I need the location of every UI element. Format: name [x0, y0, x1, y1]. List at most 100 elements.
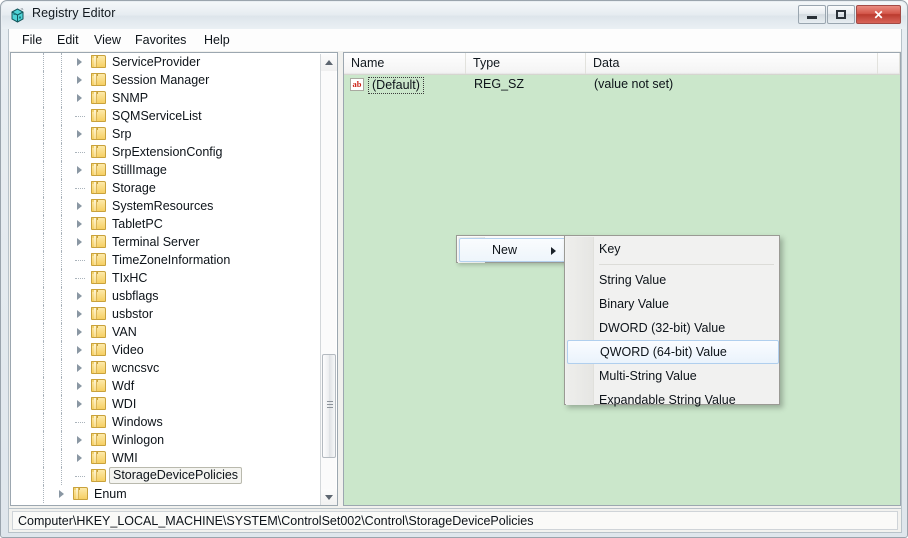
tree-item-label: ServiceProvider — [109, 54, 203, 70]
new-submenu[interactable]: Key String ValueBinary ValueDWORD (32-bit… — [564, 235, 780, 405]
folder-icon — [91, 307, 106, 320]
tree-item-storagedevicepolicies[interactable]: StorageDevicePolicies — [11, 467, 321, 485]
maximize-icon — [828, 6, 854, 23]
expand-triangle-icon[interactable] — [75, 130, 84, 139]
minimize-button[interactable] — [798, 5, 826, 24]
folder-icon — [91, 415, 106, 428]
tree-item-windows[interactable]: Windows — [11, 413, 321, 431]
value-name: (Default) — [368, 77, 424, 94]
tree-item-video[interactable]: Video — [11, 341, 321, 359]
scroll-down-arrow-icon[interactable] — [321, 489, 337, 506]
folder-icon — [91, 163, 106, 176]
column-header-type[interactable]: Type — [466, 53, 586, 74]
expand-triangle-icon[interactable] — [75, 292, 84, 301]
menu-edit[interactable]: Edit — [50, 32, 86, 49]
tree-item-tabletpc[interactable]: TabletPC — [11, 215, 321, 233]
folder-icon — [91, 217, 106, 230]
submenu-item-qword-64-bit-value[interactable]: QWORD (64-bit) Value — [567, 340, 779, 364]
tree-item-snmp[interactable]: SNMP — [11, 89, 321, 107]
folder-icon — [91, 145, 106, 158]
expand-triangle-icon[interactable] — [75, 166, 84, 175]
expand-triangle-icon[interactable] — [75, 94, 84, 103]
title-bar[interactable]: Registry Editor ✕ — [2, 2, 906, 29]
submenu-item-multi-string-value[interactable]: Multi-String Value — [566, 364, 780, 388]
submenu-item-binary-value[interactable]: Binary Value — [566, 292, 780, 316]
tree-item-label: WDI — [109, 396, 139, 412]
submenu-item-string-value[interactable]: String Value — [566, 268, 780, 292]
tree-guide-line — [43, 413, 44, 431]
tree-item-van[interactable]: VAN — [11, 323, 321, 341]
table-row[interactable]: ab(Default)REG_SZ(value not set) — [344, 75, 900, 94]
tree-item-usbflags[interactable]: usbflags — [11, 287, 321, 305]
folder-icon — [91, 235, 106, 248]
tree-guide-line — [43, 467, 44, 485]
menu-item-new[interactable]: New — [459, 238, 566, 262]
tree-guide-line — [43, 125, 44, 143]
scrollbar-thumb[interactable] — [322, 354, 336, 458]
expand-triangle-icon[interactable] — [75, 220, 84, 229]
menu-file[interactable]: File — [15, 32, 49, 49]
tree-item-srpextensionconfig[interactable]: SrpExtensionConfig — [11, 143, 321, 161]
tree-item-systemresources[interactable]: SystemResources — [11, 197, 321, 215]
tree-item-sqmservicelist[interactable]: SQMServiceList — [11, 107, 321, 125]
tree-item-srp[interactable]: Srp — [11, 125, 321, 143]
expand-triangle-icon[interactable] — [75, 76, 84, 85]
tree-guide-line — [43, 323, 44, 341]
folder-icon — [91, 253, 106, 266]
close-button[interactable]: ✕ — [856, 5, 901, 24]
tree-item-label: SystemResources — [109, 198, 216, 214]
tree-item-tixhc[interactable]: TIxHC — [11, 269, 321, 287]
expand-triangle-icon[interactable] — [75, 328, 84, 337]
menu-view[interactable]: View — [87, 32, 128, 49]
tree-connector-line — [75, 422, 85, 423]
tree-vertical-scrollbar[interactable] — [320, 54, 336, 506]
tree-item-wdf[interactable]: Wdf — [11, 377, 321, 395]
tree-item-storage[interactable]: Storage — [11, 179, 321, 197]
tree-item-winlogon[interactable]: Winlogon — [11, 431, 321, 449]
tree-item-session-manager[interactable]: Session Manager — [11, 71, 321, 89]
tree-item-label: WMI — [109, 450, 141, 466]
submenu-item-expandable-string-value[interactable]: Expandable String Value — [566, 388, 780, 412]
expand-triangle-icon[interactable] — [75, 436, 84, 445]
tree-guide-line — [43, 71, 44, 89]
menu-favorites[interactable]: Favorites — [128, 32, 193, 49]
expand-triangle-icon[interactable] — [75, 310, 84, 319]
tree-item-wmi[interactable]: WMI — [11, 449, 321, 467]
tree-item-enum[interactable]: Enum — [11, 485, 321, 503]
expand-triangle-icon[interactable] — [75, 382, 84, 391]
expand-triangle-icon[interactable] — [57, 490, 66, 499]
folder-icon — [91, 451, 106, 464]
folder-icon — [91, 73, 106, 86]
column-header-name[interactable]: Name — [344, 53, 466, 74]
tree-guide-line — [61, 269, 62, 287]
tree-item-usbstor[interactable]: usbstor — [11, 305, 321, 323]
menu-help[interactable]: Help — [197, 32, 237, 49]
maximize-button[interactable] — [827, 5, 855, 24]
scroll-up-arrow-icon[interactable] — [321, 54, 337, 71]
tree-guide-line — [61, 161, 62, 179]
tree-item-wdi[interactable]: WDI — [11, 395, 321, 413]
expand-triangle-icon[interactable] — [75, 238, 84, 247]
tree-item-stillimage[interactable]: StillImage — [11, 161, 321, 179]
context-menu[interactable]: New — [456, 235, 567, 263]
expand-triangle-icon[interactable] — [75, 346, 84, 355]
tree-item-wcncsvc[interactable]: wcncsvc — [11, 359, 321, 377]
tree-connector-line — [75, 278, 85, 279]
tree-guide-line — [61, 449, 62, 467]
folder-icon — [91, 343, 106, 356]
expand-triangle-icon[interactable] — [75, 400, 84, 409]
registry-tree-pane[interactable]: ServiceProviderSession ManagerSNMPSQMSer… — [10, 52, 338, 506]
expand-triangle-icon[interactable] — [75, 454, 84, 463]
column-header-data[interactable]: Data — [586, 53, 878, 74]
submenu-item-dword-32-bit-value[interactable]: DWORD (32-bit) Value — [566, 316, 780, 340]
tree-guide-line — [43, 269, 44, 287]
tree-item-terminal-server[interactable]: Terminal Server — [11, 233, 321, 251]
tree-item-timezoneinformation[interactable]: TimeZoneInformation — [11, 251, 321, 269]
expand-triangle-icon[interactable] — [75, 58, 84, 67]
submenu-item-key[interactable]: Key — [566, 237, 780, 261]
column-header-blank[interactable] — [878, 53, 900, 74]
expand-triangle-icon[interactable] — [75, 202, 84, 211]
tree-item-serviceprovider[interactable]: ServiceProvider — [11, 53, 321, 71]
expand-triangle-icon[interactable] — [75, 364, 84, 373]
menu-separator — [599, 264, 774, 265]
